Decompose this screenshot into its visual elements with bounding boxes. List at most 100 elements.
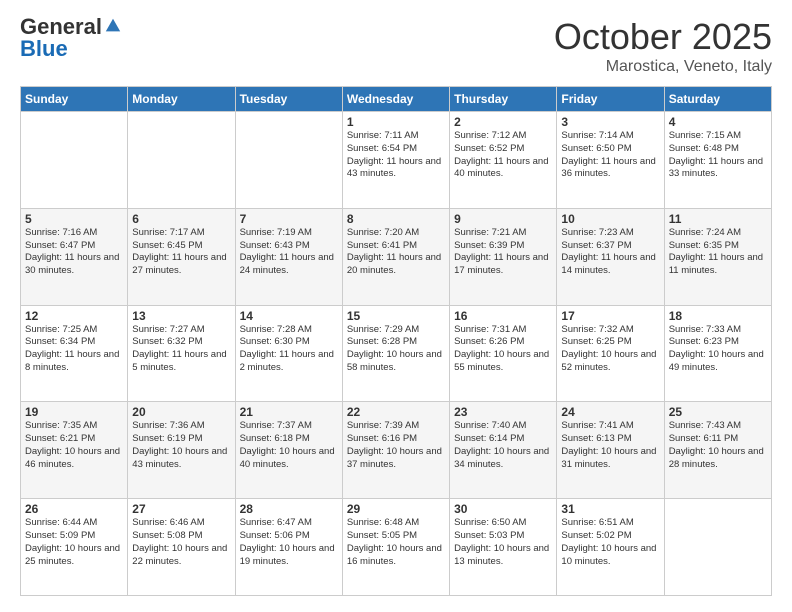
day-number: 25 — [669, 405, 767, 419]
day-info: Sunrise: 7:29 AM Sunset: 6:28 PM Dayligh… — [347, 324, 445, 375]
day-number: 31 — [561, 502, 659, 516]
day-info: Sunrise: 7:17 AM Sunset: 6:45 PM Dayligh… — [132, 227, 230, 278]
day-number: 29 — [347, 502, 445, 516]
day-number: 24 — [561, 405, 659, 419]
month-title: October 2025 — [554, 16, 772, 58]
page: General Blue October 2025 Marostica, Ven… — [0, 0, 792, 612]
day-info: Sunrise: 7:37 AM Sunset: 6:18 PM Dayligh… — [240, 420, 338, 471]
day-number: 6 — [132, 212, 230, 226]
day-info: Sunrise: 6:51 AM Sunset: 5:02 PM Dayligh… — [561, 517, 659, 568]
calendar-week-row: 5Sunrise: 7:16 AM Sunset: 6:47 PM Daylig… — [21, 208, 772, 305]
table-row: 18Sunrise: 7:33 AM Sunset: 6:23 PM Dayli… — [664, 305, 771, 402]
table-row: 26Sunrise: 6:44 AM Sunset: 5:09 PM Dayli… — [21, 499, 128, 596]
calendar: Sunday Monday Tuesday Wednesday Thursday… — [20, 86, 772, 596]
day-number: 18 — [669, 309, 767, 323]
table-row — [128, 112, 235, 209]
day-info: Sunrise: 7:15 AM Sunset: 6:48 PM Dayligh… — [669, 130, 767, 181]
col-wednesday: Wednesday — [342, 87, 449, 112]
day-info: Sunrise: 7:11 AM Sunset: 6:54 PM Dayligh… — [347, 130, 445, 181]
day-number: 4 — [669, 115, 767, 129]
table-row — [21, 112, 128, 209]
logo-icon — [104, 17, 122, 35]
col-sunday: Sunday — [21, 87, 128, 112]
col-friday: Friday — [557, 87, 664, 112]
table-row: 7Sunrise: 7:19 AM Sunset: 6:43 PM Daylig… — [235, 208, 342, 305]
day-number: 26 — [25, 502, 123, 516]
day-number: 14 — [240, 309, 338, 323]
table-row: 17Sunrise: 7:32 AM Sunset: 6:25 PM Dayli… — [557, 305, 664, 402]
header: General Blue October 2025 Marostica, Ven… — [20, 16, 772, 76]
day-info: Sunrise: 7:28 AM Sunset: 6:30 PM Dayligh… — [240, 324, 338, 375]
day-info: Sunrise: 7:27 AM Sunset: 6:32 PM Dayligh… — [132, 324, 230, 375]
day-number: 20 — [132, 405, 230, 419]
logo-blue-text: Blue — [20, 36, 68, 61]
day-info: Sunrise: 7:24 AM Sunset: 6:35 PM Dayligh… — [669, 227, 767, 278]
table-row: 24Sunrise: 7:41 AM Sunset: 6:13 PM Dayli… — [557, 402, 664, 499]
day-number: 3 — [561, 115, 659, 129]
table-row: 4Sunrise: 7:15 AM Sunset: 6:48 PM Daylig… — [664, 112, 771, 209]
table-row: 16Sunrise: 7:31 AM Sunset: 6:26 PM Dayli… — [450, 305, 557, 402]
day-number: 7 — [240, 212, 338, 226]
table-row: 10Sunrise: 7:23 AM Sunset: 6:37 PM Dayli… — [557, 208, 664, 305]
col-thursday: Thursday — [450, 87, 557, 112]
table-row: 19Sunrise: 7:35 AM Sunset: 6:21 PM Dayli… — [21, 402, 128, 499]
table-row: 8Sunrise: 7:20 AM Sunset: 6:41 PM Daylig… — [342, 208, 449, 305]
table-row: 14Sunrise: 7:28 AM Sunset: 6:30 PM Dayli… — [235, 305, 342, 402]
title-block: October 2025 Marostica, Veneto, Italy — [554, 16, 772, 76]
day-number: 10 — [561, 212, 659, 226]
table-row: 30Sunrise: 6:50 AM Sunset: 5:03 PM Dayli… — [450, 499, 557, 596]
table-row: 15Sunrise: 7:29 AM Sunset: 6:28 PM Dayli… — [342, 305, 449, 402]
table-row: 29Sunrise: 6:48 AM Sunset: 5:05 PM Dayli… — [342, 499, 449, 596]
col-monday: Monday — [128, 87, 235, 112]
col-tuesday: Tuesday — [235, 87, 342, 112]
day-number: 17 — [561, 309, 659, 323]
day-info: Sunrise: 6:46 AM Sunset: 5:08 PM Dayligh… — [132, 517, 230, 568]
day-info: Sunrise: 6:48 AM Sunset: 5:05 PM Dayligh… — [347, 517, 445, 568]
day-number: 22 — [347, 405, 445, 419]
day-number: 16 — [454, 309, 552, 323]
table-row: 31Sunrise: 6:51 AM Sunset: 5:02 PM Dayli… — [557, 499, 664, 596]
calendar-week-row: 12Sunrise: 7:25 AM Sunset: 6:34 PM Dayli… — [21, 305, 772, 402]
day-info: Sunrise: 7:35 AM Sunset: 6:21 PM Dayligh… — [25, 420, 123, 471]
calendar-week-row: 19Sunrise: 7:35 AM Sunset: 6:21 PM Dayli… — [21, 402, 772, 499]
table-row: 11Sunrise: 7:24 AM Sunset: 6:35 PM Dayli… — [664, 208, 771, 305]
day-info: Sunrise: 7:40 AM Sunset: 6:14 PM Dayligh… — [454, 420, 552, 471]
day-info: Sunrise: 7:14 AM Sunset: 6:50 PM Dayligh… — [561, 130, 659, 181]
table-row: 25Sunrise: 7:43 AM Sunset: 6:11 PM Dayli… — [664, 402, 771, 499]
day-number: 9 — [454, 212, 552, 226]
table-row — [235, 112, 342, 209]
table-row: 23Sunrise: 7:40 AM Sunset: 6:14 PM Dayli… — [450, 402, 557, 499]
day-info: Sunrise: 7:19 AM Sunset: 6:43 PM Dayligh… — [240, 227, 338, 278]
calendar-header-row: Sunday Monday Tuesday Wednesday Thursday… — [21, 87, 772, 112]
table-row: 1Sunrise: 7:11 AM Sunset: 6:54 PM Daylig… — [342, 112, 449, 209]
day-info: Sunrise: 7:33 AM Sunset: 6:23 PM Dayligh… — [669, 324, 767, 375]
day-number: 21 — [240, 405, 338, 419]
day-info: Sunrise: 7:21 AM Sunset: 6:39 PM Dayligh… — [454, 227, 552, 278]
table-row: 3Sunrise: 7:14 AM Sunset: 6:50 PM Daylig… — [557, 112, 664, 209]
table-row: 2Sunrise: 7:12 AM Sunset: 6:52 PM Daylig… — [450, 112, 557, 209]
day-number: 30 — [454, 502, 552, 516]
table-row: 21Sunrise: 7:37 AM Sunset: 6:18 PM Dayli… — [235, 402, 342, 499]
calendar-week-row: 26Sunrise: 6:44 AM Sunset: 5:09 PM Dayli… — [21, 499, 772, 596]
day-number: 5 — [25, 212, 123, 226]
table-row — [664, 499, 771, 596]
day-number: 19 — [25, 405, 123, 419]
logo: General Blue — [20, 16, 122, 61]
day-number: 8 — [347, 212, 445, 226]
table-row: 12Sunrise: 7:25 AM Sunset: 6:34 PM Dayli… — [21, 305, 128, 402]
table-row: 27Sunrise: 6:46 AM Sunset: 5:08 PM Dayli… — [128, 499, 235, 596]
table-row: 20Sunrise: 7:36 AM Sunset: 6:19 PM Dayli… — [128, 402, 235, 499]
day-info: Sunrise: 7:16 AM Sunset: 6:47 PM Dayligh… — [25, 227, 123, 278]
day-number: 28 — [240, 502, 338, 516]
day-info: Sunrise: 7:31 AM Sunset: 6:26 PM Dayligh… — [454, 324, 552, 375]
table-row: 5Sunrise: 7:16 AM Sunset: 6:47 PM Daylig… — [21, 208, 128, 305]
day-number: 11 — [669, 212, 767, 226]
day-number: 12 — [25, 309, 123, 323]
day-number: 1 — [347, 115, 445, 129]
day-number: 27 — [132, 502, 230, 516]
day-info: Sunrise: 7:12 AM Sunset: 6:52 PM Dayligh… — [454, 130, 552, 181]
table-row: 6Sunrise: 7:17 AM Sunset: 6:45 PM Daylig… — [128, 208, 235, 305]
day-number: 15 — [347, 309, 445, 323]
day-info: Sunrise: 7:36 AM Sunset: 6:19 PM Dayligh… — [132, 420, 230, 471]
day-info: Sunrise: 7:43 AM Sunset: 6:11 PM Dayligh… — [669, 420, 767, 471]
